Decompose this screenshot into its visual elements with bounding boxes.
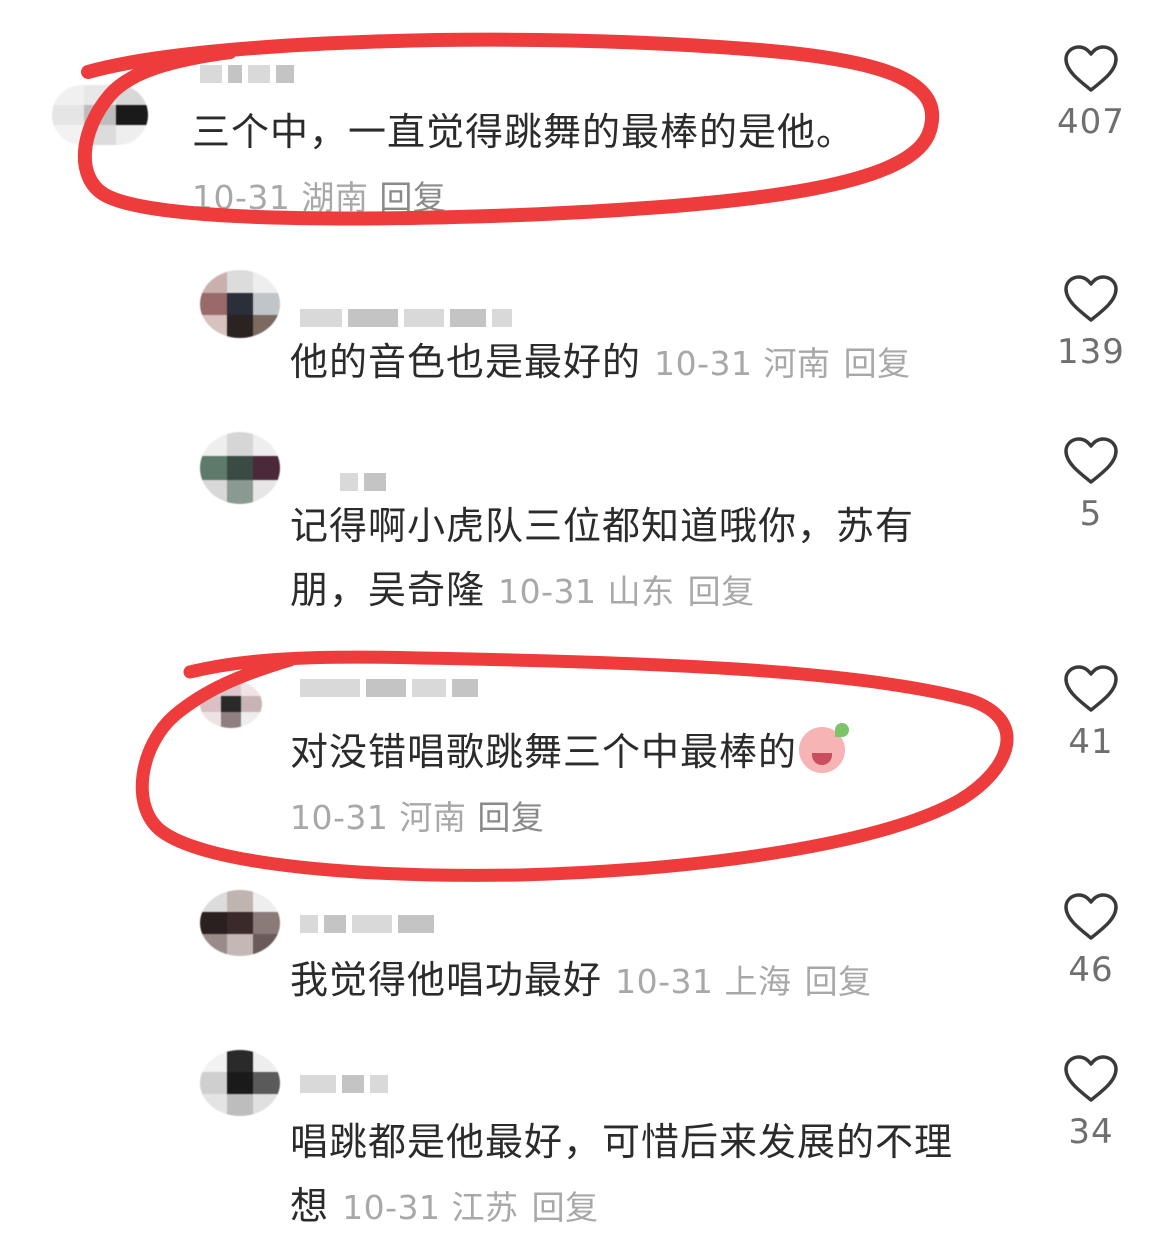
comment-text: 想 10-31 江苏 回复 [290, 1174, 599, 1240]
comment-text: 唱跳都是他最好，可惜后来发展的不理 [290, 1110, 953, 1174]
like-count: 34 [1068, 1112, 1114, 1152]
avatar[interactable] [200, 1050, 280, 1116]
date-location: 10-31 江苏 [342, 1188, 519, 1227]
heart-outline-icon [1064, 1055, 1118, 1102]
comment-body-line2: 想 [290, 1184, 330, 1228]
comment-body-line1: 唱跳都是他最好，可惜后来发展的不理 [290, 1120, 954, 1164]
comment-item: 唱跳都是他最好，可惜后来发展的不理 想 10-31 江苏 回复 34 [0, 0, 1170, 1234]
like-button[interactable]: 34 [1046, 1054, 1136, 1152]
reply-button[interactable]: 回复 [532, 1188, 599, 1227]
username-blurred[interactable] [300, 1072, 388, 1096]
